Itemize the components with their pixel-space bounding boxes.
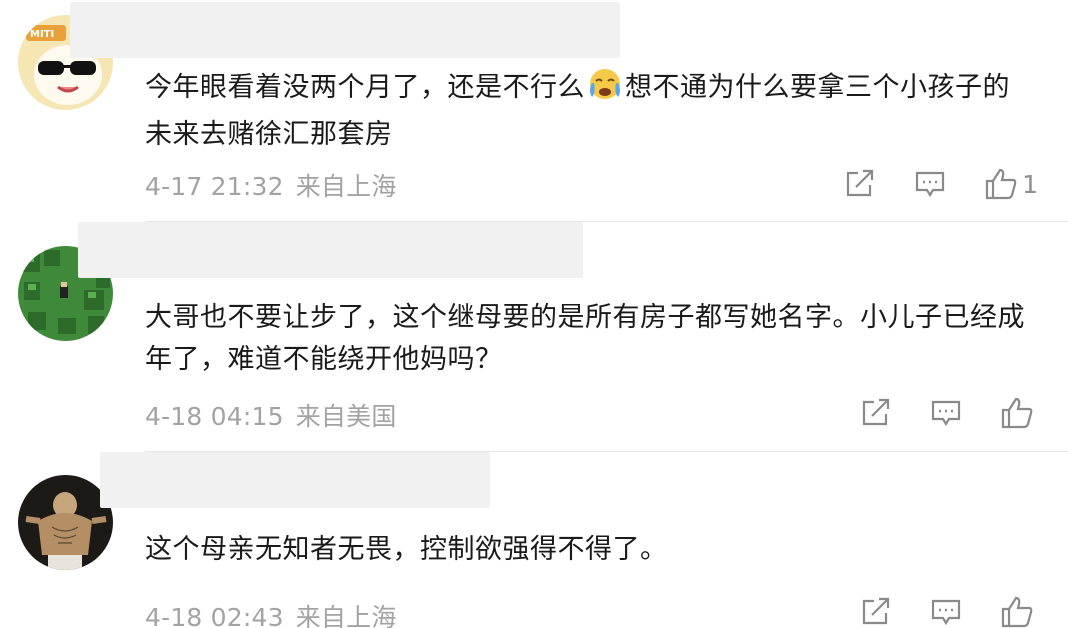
like-button[interactable] [1000,397,1038,429]
comment-actions [860,397,1038,429]
like-button[interactable]: 1 [984,168,1038,200]
svg-text:MITI: MITI [30,29,54,40]
like-button[interactable] [1000,596,1038,628]
comment-date: 4-17 21:32 [145,172,284,201]
comment-location: 来自美国 [295,402,397,431]
reply-button[interactable] [930,398,962,428]
comment-date: 4-18 02:43 [145,603,284,628]
crying-face-icon [585,67,625,114]
comment-location: 来自上海 [295,603,397,628]
comment-text-part: 今年眼看着没两个月了，还是不行么 [145,72,585,103]
username-placeholder[interactable] [78,222,583,278]
repost-icon [862,597,890,625]
comment-item: 这个母亲无知者无畏，控制欲强得不得了。 4-18 02:43 来自上海 [0,452,1068,628]
dark-figure-avatar-icon [18,475,113,570]
thumbs-up-icon [985,168,1017,200]
comment-list: MITI 今年眼看着没两个月了，还是不行么 想不通为什么要拿三个小孩子的未来去赌徐… [0,0,1068,628]
comment-text: 大哥也不要让步了，这个继母要的是所有房子都写她名字。小儿子已经成年了，难道不能绕… [145,302,1025,375]
reply-button[interactable] [914,169,946,199]
thumbs-up-icon [1001,596,1033,628]
comment-meta: 4-18 02:43 来自上海 [145,598,397,628]
comment-item: 大哥也不要让步了，这个继母要的是所有房子都写她名字。小儿子已经成年了，难道不能绕… [0,222,1068,452]
reply-button[interactable] [930,597,962,627]
thumbs-up-icon [1001,397,1033,429]
comment-bubble-icon [931,599,961,626]
comment-actions: 1 [844,168,1038,200]
repost-button[interactable] [844,169,876,199]
comment-actions [860,596,1038,628]
repost-icon [846,169,874,197]
repost-button[interactable] [860,597,892,627]
comment-meta: 4-18 04:15 来自美国 [145,397,397,433]
avatar[interactable] [18,475,113,570]
like-count: 1 [1022,169,1038,199]
username-placeholder[interactable] [100,452,490,508]
repost-button[interactable] [860,398,892,428]
repost-icon [862,398,890,426]
comment-bubble-icon [931,400,961,427]
comment-item: MITI 今年眼看着没两个月了，还是不行么 想不通为什么要拿三个小孩子的未来去赌徐… [0,0,1068,222]
comment-meta: 4-17 21:32 来自上海 [145,167,397,203]
comment-text: 今年眼看着没两个月了，还是不行么 想不通为什么要拿三个小孩子的未来去赌徐汇那套房 [145,67,1035,156]
comment-location: 来自上海 [295,172,397,201]
username-placeholder[interactable] [70,2,620,58]
comment-date: 4-18 04:15 [145,402,284,431]
comment-text: 这个母亲无知者无畏，控制欲强得不得了。 [145,534,668,565]
comment-bubble-icon [915,171,945,198]
